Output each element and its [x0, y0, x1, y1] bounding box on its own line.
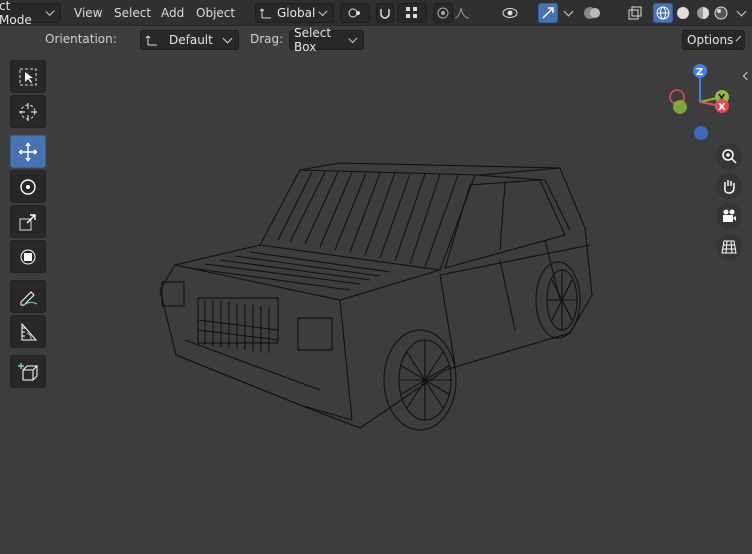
gizmo-toggle[interactable] [538, 3, 558, 23]
solid-sphere-icon [677, 7, 689, 19]
tool-annotate[interactable] [10, 280, 46, 313]
visibility-dropdown[interactable] [502, 3, 538, 23]
magnet-icon [380, 9, 390, 19]
tool-measure[interactable] [10, 315, 46, 348]
tool-cursor[interactable] [10, 95, 46, 128]
zoom-icon [722, 149, 737, 164]
gizmo-arrow-icon [542, 7, 554, 19]
mode-label: ct Mode [0, 0, 32, 27]
chevron-down-icon [348, 33, 358, 43]
shading-wireframe-button[interactable] [653, 3, 673, 23]
orientation-label: Orientation: [45, 32, 117, 46]
xray-icon [628, 6, 642, 20]
pivot-icon [348, 8, 360, 18]
drag-dropdown[interactable]: Select Box [289, 26, 364, 54]
gizmo-dropdown[interactable] [560, 3, 578, 23]
car-wireframe [159, 162, 593, 431]
neg-z-axis-handle[interactable] [694, 126, 708, 140]
chevron-down-icon [318, 6, 328, 16]
menu-object[interactable]: Object [192, 3, 239, 23]
proportional-circle-icon [437, 7, 449, 19]
proportional-edit-toggle[interactable] [433, 3, 453, 23]
add-cube-icon [18, 362, 39, 380]
rendered-sphere-icon [714, 6, 728, 20]
drag-value: Select Box [294, 26, 332, 54]
menu-view[interactable]: View [70, 3, 106, 23]
orientation-axes-icon [260, 8, 271, 19]
shading-rendered-button[interactable] [711, 3, 731, 23]
grid-icon [721, 240, 737, 254]
orientation-dropdown[interactable]: Default [140, 30, 239, 50]
options-label: Options [687, 33, 734, 47]
overlays-dropdown[interactable] [583, 3, 623, 23]
camera-view-button[interactable] [716, 203, 742, 229]
cursor-icon [19, 102, 37, 121]
hand-icon [724, 180, 735, 194]
drag-label: Drag: [250, 32, 284, 46]
scale-icon [19, 213, 36, 230]
orientation-axes-icon [145, 35, 157, 46]
neg-y-axis-handle[interactable] [673, 100, 687, 114]
tool-rotate[interactable] [10, 170, 46, 203]
shading-solid-button[interactable] [673, 3, 693, 23]
shading-material-button[interactable] [693, 3, 713, 23]
orientation-label: Global [277, 6, 316, 20]
ruler-icon [21, 322, 38, 340]
move-arrows-icon [18, 142, 38, 161]
transform-icon [20, 249, 36, 264]
z-axis-label: Z [696, 67, 703, 78]
chevron-down-icon [45, 6, 55, 16]
zoom-button[interactable] [716, 143, 742, 169]
tool-scale[interactable] [10, 205, 46, 238]
tool-add-cube[interactable] [10, 355, 46, 388]
transform-orientation-dropdown[interactable]: Global [255, 3, 334, 23]
overlay-circles-icon [584, 7, 600, 19]
perspective-toggle-button[interactable] [716, 234, 742, 260]
pivot-point-button[interactable] [340, 3, 370, 23]
shading-dropdown[interactable] [733, 3, 751, 23]
options-dropdown[interactable]: Options [682, 30, 745, 50]
pencil-icon [20, 290, 38, 306]
falloff-dropdown[interactable] [455, 3, 483, 23]
eye-icon [502, 8, 518, 18]
camera-icon [723, 209, 736, 222]
snap-grid-icon [406, 7, 417, 18]
snap-target-dropdown[interactable] [397, 3, 427, 23]
wireframe-sphere-icon [656, 6, 670, 20]
menu-select[interactable]: Select [110, 3, 155, 23]
mode-dropdown[interactable]: ct Mode [0, 0, 61, 27]
falloff-curve-icon [455, 7, 470, 19]
snap-toggle[interactable] [376, 3, 394, 23]
sidebar-toggle[interactable] [742, 68, 752, 81]
tool-move[interactable] [10, 135, 46, 168]
rotate-icon [20, 178, 36, 195]
viewport-header: ct Mode View Select Add Object Global [0, 0, 752, 27]
xray-toggle[interactable] [628, 3, 648, 23]
chevron-down-icon [736, 6, 747, 16]
tool-transform[interactable] [10, 240, 46, 273]
material-sphere-icon [697, 7, 709, 19]
chevron-left-icon [742, 71, 752, 81]
navigation-gizmo[interactable]: Z Y X [666, 62, 746, 142]
orientation-value: Default [169, 33, 213, 47]
tool-select-box[interactable] [10, 60, 46, 93]
chevron-down-icon [563, 6, 574, 16]
chevron-down-icon [222, 33, 233, 43]
chevron-down-icon [735, 35, 742, 41]
3d-viewport[interactable] [0, 54, 752, 554]
menu-add[interactable]: Add [157, 3, 188, 23]
select-box-icon [19, 68, 37, 85]
x-axis-label: X [718, 102, 726, 113]
pan-button[interactable] [716, 173, 742, 199]
